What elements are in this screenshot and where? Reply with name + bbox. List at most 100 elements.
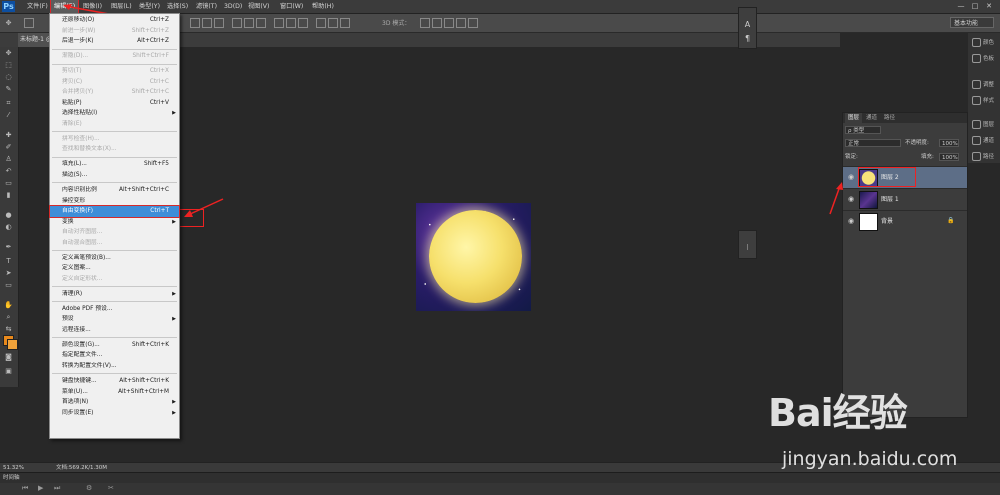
distribute-top-icon[interactable]: [274, 18, 284, 28]
clone-stamp-tool-icon[interactable]: ♙: [3, 155, 14, 163]
canvas-document[interactable]: [416, 203, 531, 311]
3d-pan-icon[interactable]: [444, 18, 454, 28]
workspace-select[interactable]: 基本功能: [950, 17, 994, 28]
move-tool-icon[interactable]: ✥: [3, 19, 14, 27]
lasso-tool-icon[interactable]: ◌: [3, 73, 14, 81]
edit-menu-item[interactable]: 操控变形: [50, 196, 179, 207]
history-brush-tool-icon[interactable]: ↶: [3, 167, 14, 175]
visibility-eye-icon[interactable]: ◉: [847, 173, 855, 181]
3d-roll-icon[interactable]: [432, 18, 442, 28]
layer-row[interactable]: ◉ 背景 🔒: [843, 210, 967, 232]
document-tab[interactable]: 未标题-1 @ 51: [18, 33, 52, 47]
edit-menu-item[interactable]: 菜单(U)... Alt+Shift+Ctrl+M: [50, 387, 179, 398]
align-right-icon[interactable]: [256, 18, 266, 28]
path-select-tool-icon[interactable]: ➤: [3, 269, 14, 277]
align-bottom-icon[interactable]: [214, 18, 224, 28]
3d-scale-icon[interactable]: [468, 18, 478, 28]
next-frame-icon[interactable]: ⏭: [54, 484, 60, 493]
close-button[interactable]: ✕: [984, 2, 994, 11]
edit-menu-item[interactable]: 清理(R) ▶: [50, 289, 179, 300]
edit-menu-item[interactable]: Adobe PDF 预设...: [50, 304, 179, 315]
blend-mode-select[interactable]: 正常: [845, 139, 901, 147]
edit-menu-item[interactable]: 转换为配置文件(V)...: [50, 361, 179, 372]
dodge-tool-icon[interactable]: ◐: [3, 223, 14, 231]
edit-menu-item[interactable]: 后退一步(K) Alt+Ctrl+Z: [50, 36, 179, 47]
eyedropper-tool-icon[interactable]: ⁄: [3, 111, 14, 119]
moon-image[interactable]: [429, 210, 522, 303]
cut-icon[interactable]: ✂: [108, 484, 114, 492]
3d-rotate-icon[interactable]: [420, 18, 430, 28]
quick-mask-icon[interactable]: ◙: [3, 353, 14, 361]
settings-icon[interactable]: ⚙: [86, 484, 92, 492]
healing-brush-tool-icon[interactable]: ✚: [3, 131, 14, 139]
visibility-eye-icon[interactable]: ◉: [847, 217, 855, 225]
edit-menu-item[interactable]: 自由变换(F) Ctrl+T: [49, 205, 180, 218]
3d-slide-icon[interactable]: [456, 18, 466, 28]
align-top-icon[interactable]: [190, 18, 200, 28]
dock-item-2[interactable]: 调整: [972, 79, 998, 91]
tab-paths[interactable]: 路径: [881, 113, 898, 123]
edit-menu-item[interactable]: 预设 ▶: [50, 314, 179, 325]
align-center-icon[interactable]: [244, 18, 254, 28]
edit-menu-item[interactable]: 内容识别比例 Alt+Shift+Ctrl+C: [50, 185, 179, 196]
paragraph-panel-icon[interactable]: ¶: [743, 34, 752, 43]
blur-tool-icon[interactable]: ●: [3, 211, 14, 219]
edit-menu-item[interactable]: 填充(L)... Shift+F5: [50, 159, 179, 170]
type-tool-icon[interactable]: T: [3, 257, 14, 265]
layer-row[interactable]: ◉ 图层 1: [843, 188, 967, 210]
edit-menu-item[interactable]: 描边(S)...: [50, 170, 179, 181]
distribute-middle-icon[interactable]: [286, 18, 296, 28]
distribute-bottom-icon[interactable]: [298, 18, 308, 28]
pen-tool-icon[interactable]: ✒: [3, 243, 14, 251]
auto-select-checkbox[interactable]: [24, 18, 34, 28]
play-icon[interactable]: ▶: [38, 484, 43, 492]
character-panel-icon[interactable]: A: [743, 20, 752, 29]
edit-menu-item[interactable]: 定义图案...: [50, 263, 179, 274]
align-middle-icon[interactable]: [202, 18, 212, 28]
maximize-button[interactable]: □: [970, 2, 980, 11]
dock-item-5[interactable]: 通道: [972, 135, 998, 147]
zoom-tool-icon[interactable]: ⌕: [3, 313, 14, 321]
timeline-label[interactable]: 时间轴: [3, 473, 20, 483]
align-left-icon[interactable]: [232, 18, 242, 28]
eraser-tool-icon[interactable]: ▭: [3, 179, 14, 187]
edit-menu-item[interactable]: 还原移动(O) Ctrl+Z: [50, 15, 179, 26]
tab-channels[interactable]: 通道: [863, 113, 880, 123]
minimize-button[interactable]: —: [956, 2, 966, 11]
menu-item-5[interactable]: 选择(S): [164, 0, 191, 13]
tab-layers[interactable]: 图层: [845, 113, 863, 123]
switch-colors-icon[interactable]: ⇆: [3, 325, 14, 333]
menu-item-8[interactable]: 视图(V): [245, 0, 272, 13]
dock-item-4[interactable]: 图层: [972, 119, 998, 131]
quick-select-tool-icon[interactable]: ✎: [3, 85, 14, 93]
properties-panel-icon[interactable]: ⁝: [743, 243, 752, 252]
first-frame-icon[interactable]: ⏮: [22, 484, 28, 493]
gradient-tool-icon[interactable]: ▮: [3, 191, 14, 199]
dock-item-3[interactable]: 样式: [972, 95, 998, 107]
edit-menu-item[interactable]: 首选项(N) ▶: [50, 397, 179, 408]
marquee-tool-icon[interactable]: ⬚: [3, 61, 14, 69]
layer-filter-select[interactable]: ρ 类型: [845, 126, 881, 134]
edit-menu-item[interactable]: 定义画笔预设(B)...: [50, 253, 179, 264]
crop-tool-icon[interactable]: ⌗: [3, 99, 14, 107]
edit-menu-item[interactable]: 远程连接...: [50, 325, 179, 336]
background-color-swatch[interactable]: [7, 339, 18, 350]
shape-tool-icon[interactable]: ▭: [3, 281, 14, 289]
fill-input[interactable]: 100%: [939, 153, 959, 161]
menu-item-6[interactable]: 滤镜(T): [193, 0, 220, 13]
edit-menu-item[interactable]: 粘贴(P) Ctrl+V: [50, 98, 179, 109]
edit-menu-item[interactable]: 颜色设置(G)... Shift+Ctrl+K: [50, 340, 179, 351]
edit-menu-item[interactable]: 指定配置文件...: [50, 350, 179, 361]
edit-menu-item[interactable]: 同步设置(E) ▶: [50, 408, 179, 419]
menu-item-4[interactable]: 类型(Y): [136, 0, 163, 13]
menu-item-7[interactable]: 3D(D): [221, 0, 245, 13]
distribute-left-icon[interactable]: [316, 18, 326, 28]
edit-menu-item[interactable]: 选择性粘贴(I) ▶: [50, 108, 179, 119]
edit-menu-item[interactable]: 键盘快捷键... Alt+Shift+Ctrl+K: [50, 376, 179, 387]
dock-item-0[interactable]: 颜色: [972, 37, 998, 49]
screen-mode-icon[interactable]: ▣: [3, 367, 14, 375]
dock-item-6[interactable]: 路径: [972, 151, 998, 163]
distribute-center-icon[interactable]: [328, 18, 338, 28]
menu-item-0[interactable]: 文件(F): [24, 0, 51, 13]
menu-item-9[interactable]: 窗口(W): [277, 0, 306, 13]
